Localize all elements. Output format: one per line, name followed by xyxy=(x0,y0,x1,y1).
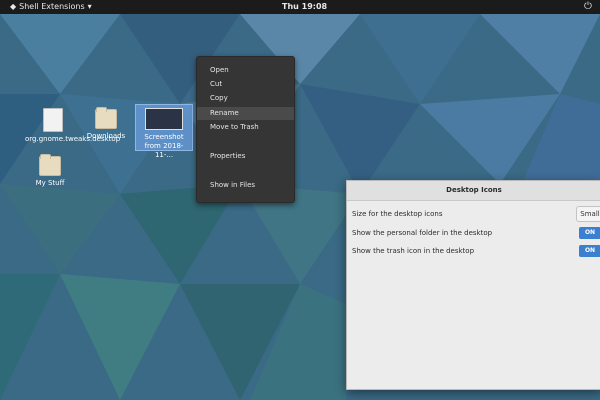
desktop-icon-screenshot[interactable]: Screenshot from 2018-11-... xyxy=(135,104,193,159)
desktop-icon-label: org.gnome.tweaks.desktop xyxy=(25,135,121,143)
puzzle-icon: ◆ xyxy=(10,2,17,11)
trash-label: Show the trash icon in the desktop xyxy=(352,247,475,255)
desktop-icon-label: Screenshot from 2018-11-... xyxy=(144,133,184,159)
personal-folder-label: Show the personal folder in the desktop xyxy=(352,229,493,237)
context-menu: Open Cut Copy Rename Move to Trash Prope… xyxy=(196,56,295,203)
desktop-icon-label: My Stuff xyxy=(35,179,65,187)
top-bar: ◆ Shell Extensions ▾ Thu 19:08 ⏻ xyxy=(0,0,600,14)
desktop-icon-downloads[interactable]: Downloads xyxy=(78,107,134,141)
app-menu-label: Shell Extensions xyxy=(19,2,85,11)
menu-item-move-to-trash[interactable]: Move to Trash xyxy=(197,121,294,134)
app-menu[interactable]: ◆ Shell Extensions ▾ xyxy=(10,2,92,11)
personal-folder-toggle[interactable]: ON xyxy=(579,227,600,239)
desktop-icon-my-stuff[interactable]: My Stuff xyxy=(22,154,78,188)
menu-item-cut[interactable]: Cut xyxy=(197,78,294,91)
menu-item-properties[interactable]: Properties xyxy=(197,150,294,163)
clock[interactable]: Thu 19:08 xyxy=(282,2,327,11)
menu-item-copy[interactable]: Copy xyxy=(197,92,294,105)
menu-item-show-in-files[interactable]: Show in Files xyxy=(197,179,294,192)
desktop-icon-tweaks[interactable]: org.gnome.tweaks.desktop xyxy=(25,108,121,144)
system-menu-icon[interactable]: ⏻ xyxy=(584,0,598,14)
folder-icon xyxy=(95,107,117,129)
desktop-icon-label: Downloads xyxy=(86,132,126,140)
size-dropdown[interactable]: Small xyxy=(576,206,600,222)
menu-item-rename[interactable]: Rename xyxy=(197,107,294,120)
chevron-down-icon: ▾ xyxy=(87,2,92,11)
menu-item-open[interactable]: Open xyxy=(197,64,294,77)
desktop-icons-dialog: Desktop Icons Size for the desktop icons… xyxy=(346,180,600,390)
desktop-file-icon xyxy=(43,108,63,132)
trash-toggle[interactable]: ON xyxy=(579,245,600,257)
folder-icon xyxy=(39,154,61,176)
size-label: Size for the desktop icons xyxy=(352,210,443,218)
image-thumbnail-icon xyxy=(145,108,183,130)
dialog-title: Desktop Icons xyxy=(347,181,600,201)
